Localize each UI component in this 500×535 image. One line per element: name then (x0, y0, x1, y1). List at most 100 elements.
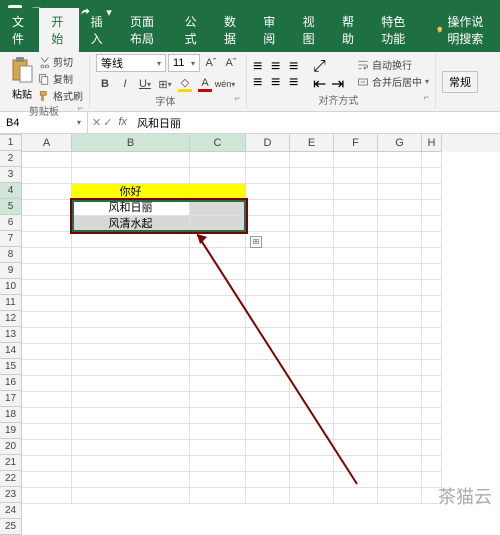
col-header-A[interactable]: A (22, 134, 72, 152)
cell-C16[interactable] (190, 392, 246, 408)
cell-F11[interactable] (334, 312, 378, 328)
cell-A18[interactable] (22, 424, 72, 440)
cell-A16[interactable] (22, 392, 72, 408)
format-painter-button[interactable]: 格式刷 (38, 88, 83, 103)
cell-G14[interactable] (378, 360, 422, 376)
cell-D15[interactable] (246, 376, 290, 392)
cell-A15[interactable] (22, 376, 72, 392)
row-header-17[interactable]: 17 (0, 391, 22, 407)
cell-G2[interactable] (378, 168, 422, 184)
quick-analysis-icon[interactable]: ⊞ (250, 236, 262, 248)
cell-G12[interactable] (378, 328, 422, 344)
cell-A7[interactable] (22, 248, 72, 264)
align-left-button[interactable]: ≡ (253, 74, 269, 88)
cell-F6[interactable] (334, 232, 378, 248)
cell-B15[interactable] (72, 376, 190, 392)
align-right-button[interactable]: ≡ (289, 74, 305, 88)
cell-F22[interactable] (334, 488, 378, 504)
cell-B5[interactable]: 风清水起 (72, 216, 190, 232)
cell-D8[interactable] (246, 264, 290, 280)
orientation-button[interactable]: ⤢ (313, 58, 329, 72)
tab-home[interactable]: 开始 (39, 8, 78, 52)
tab-review[interactable]: 审阅 (251, 8, 290, 52)
cell-G22[interactable] (378, 488, 422, 504)
col-header-B[interactable]: B (72, 134, 190, 152)
cell-H6[interactable] (422, 232, 442, 248)
cell-E7[interactable] (290, 248, 334, 264)
cell-E1[interactable] (290, 152, 334, 168)
cell-A19[interactable] (22, 440, 72, 456)
col-header-F[interactable]: F (334, 134, 378, 152)
cell-E16[interactable] (290, 392, 334, 408)
cell-H16[interactable] (422, 392, 442, 408)
cell-G20[interactable] (378, 456, 422, 472)
cell-G19[interactable] (378, 440, 422, 456)
cell-B22[interactable] (72, 488, 190, 504)
cell-F15[interactable] (334, 376, 378, 392)
name-box[interactable]: B4▾ (0, 112, 88, 133)
cell-B21[interactable] (72, 472, 190, 488)
font-size-select[interactable]: 11▾ (168, 54, 200, 72)
formula-bar[interactable]: 风和日丽 (131, 115, 500, 131)
cell-F18[interactable] (334, 424, 378, 440)
row-header-21[interactable]: 21 (0, 455, 22, 471)
cell-E9[interactable] (290, 280, 334, 296)
phonetic-button[interactable]: wén▾ (216, 75, 234, 93)
cell-B19[interactable] (72, 440, 190, 456)
cell-B14[interactable] (72, 360, 190, 376)
row-header-13[interactable]: 13 (0, 327, 22, 343)
cell-G17[interactable] (378, 408, 422, 424)
cell-G9[interactable] (378, 280, 422, 296)
cell-E6[interactable] (290, 232, 334, 248)
cell-C4[interactable] (190, 200, 246, 216)
cell-B8[interactable] (72, 264, 190, 280)
font-name-select[interactable]: 等线▾ (96, 54, 166, 72)
cell-E14[interactable] (290, 360, 334, 376)
tab-data[interactable]: 数据 (212, 8, 251, 52)
bold-button[interactable]: B (96, 75, 114, 93)
row-header-1[interactable]: 1 (0, 135, 22, 151)
cell-F20[interactable] (334, 456, 378, 472)
cell-E3[interactable] (290, 184, 334, 200)
cut-button[interactable]: 剪切 (38, 54, 83, 69)
cell-G1[interactable] (378, 152, 422, 168)
cell-D5[interactable] (246, 216, 290, 232)
row-header-23[interactable]: 23 (0, 487, 22, 503)
decrease-font-button[interactable]: Aˇ (222, 54, 240, 72)
row-header-19[interactable]: 19 (0, 423, 22, 439)
cell-E11[interactable] (290, 312, 334, 328)
cell-D19[interactable] (246, 440, 290, 456)
decrease-indent-button[interactable]: ⇤ (313, 74, 329, 88)
cell-D7[interactable] (246, 248, 290, 264)
cell-F4[interactable] (334, 200, 378, 216)
cell-B9[interactable] (72, 280, 190, 296)
cell-C5[interactable] (190, 216, 246, 232)
cell-C6[interactable] (190, 232, 246, 248)
cell-H4[interactable] (422, 200, 442, 216)
cell-H14[interactable] (422, 360, 442, 376)
cell-F10[interactable] (334, 296, 378, 312)
align-top-button[interactable]: ≡ (253, 58, 269, 72)
cell-F17[interactable] (334, 408, 378, 424)
align-bottom-button[interactable]: ≡ (289, 58, 305, 72)
cell-D20[interactable] (246, 456, 290, 472)
cell-D16[interactable] (246, 392, 290, 408)
cell-E18[interactable] (290, 424, 334, 440)
cell-C18[interactable] (190, 424, 246, 440)
cell-D22[interactable] (246, 488, 290, 504)
row-header-18[interactable]: 18 (0, 407, 22, 423)
cell-A12[interactable] (22, 328, 72, 344)
cell-A5[interactable] (22, 216, 72, 232)
row-header-8[interactable]: 8 (0, 247, 22, 263)
cell-A22[interactable] (22, 488, 72, 504)
cell-E22[interactable] (290, 488, 334, 504)
cell-B10[interactable] (72, 296, 190, 312)
cell-C2[interactable] (190, 168, 246, 184)
col-header-C[interactable]: C (190, 134, 246, 152)
wrap-text-button[interactable]: 自动换行 (357, 57, 429, 72)
row-header-5[interactable]: 5 (0, 199, 22, 215)
cell-C17[interactable] (190, 408, 246, 424)
cell-E12[interactable] (290, 328, 334, 344)
cell-C20[interactable] (190, 456, 246, 472)
cell-C8[interactable] (190, 264, 246, 280)
